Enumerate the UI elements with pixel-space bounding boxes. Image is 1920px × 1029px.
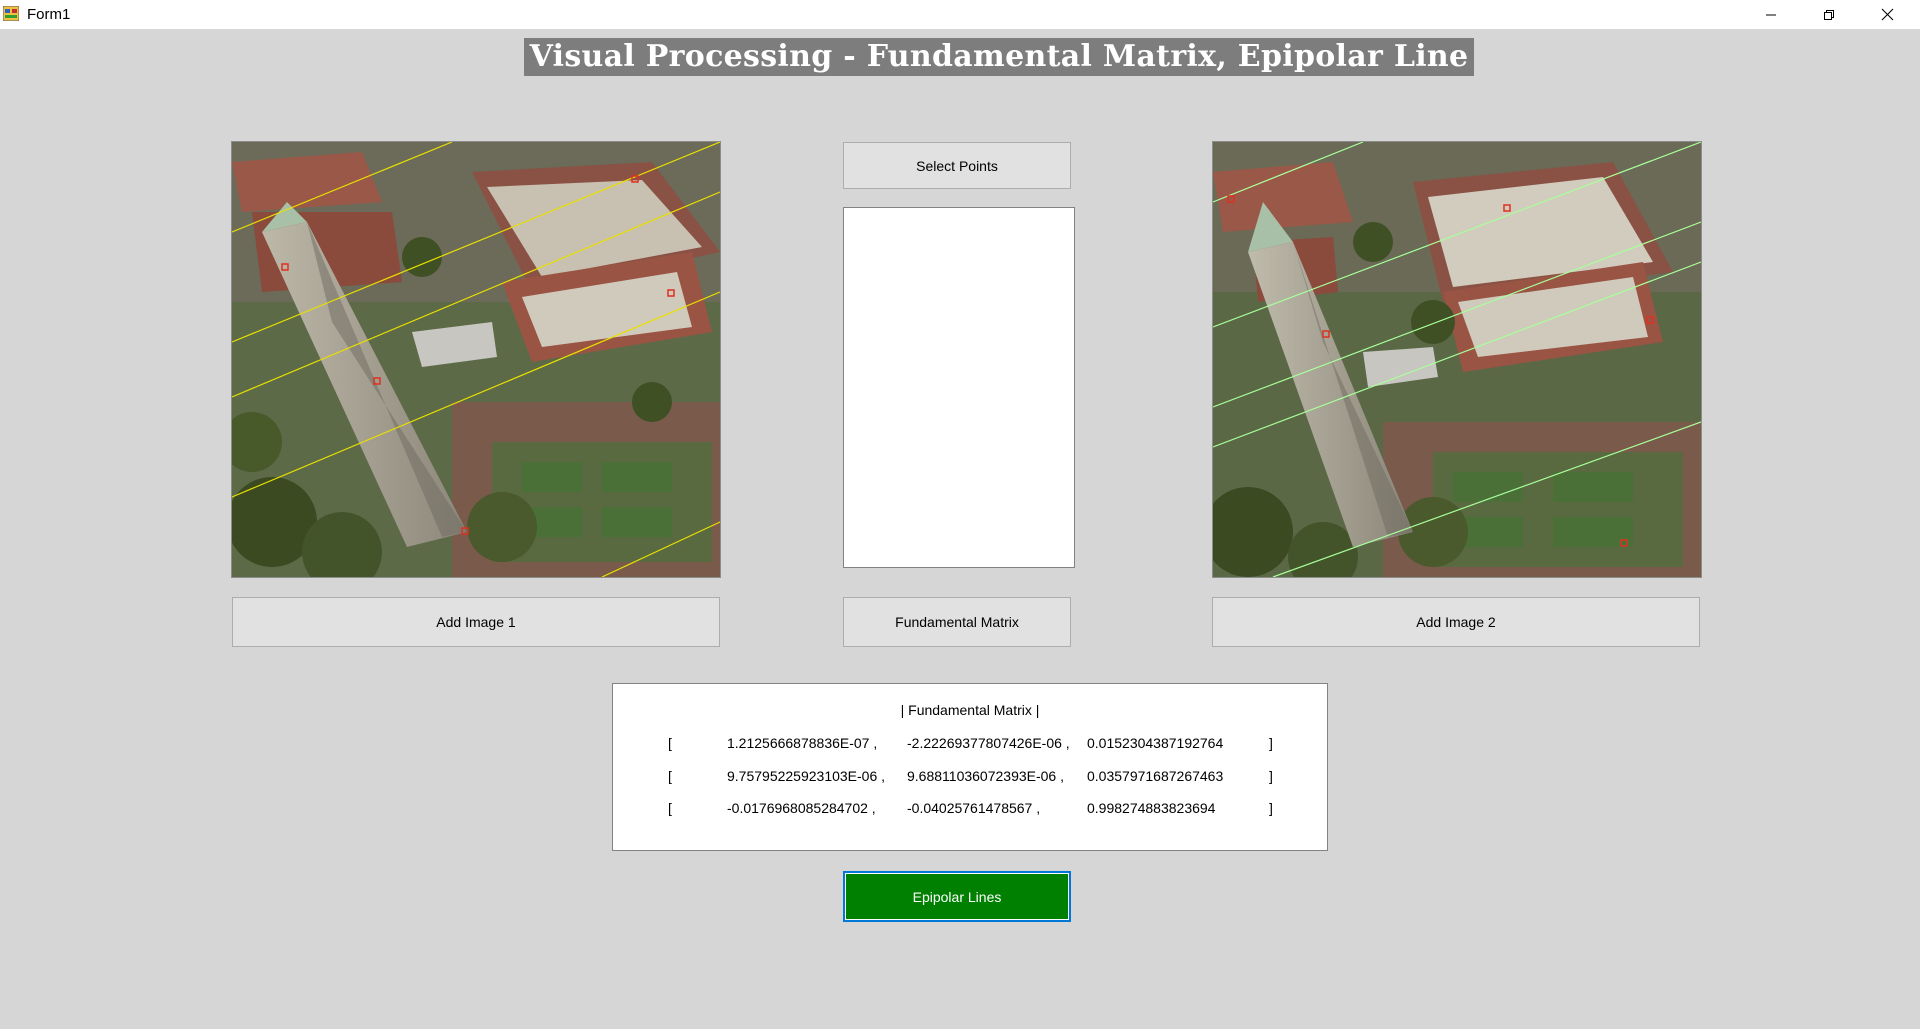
close-button[interactable] [1858,0,1916,29]
matrix-bracket-close: ] [1269,768,1273,784]
matrix-cell: 0.998274883823694 [1087,800,1216,816]
matrix-cell: -2.22269377807426E-06 , [907,735,1070,751]
matrix-cell: -0.0176968085284702 , [727,800,876,816]
matrix-bracket-open: [ [668,800,672,816]
minimize-icon [1766,14,1776,15]
image-2-canvas [1213,142,1701,577]
matrix-bracket-open: [ [668,735,672,751]
select-points-button[interactable]: Select Points [843,142,1071,189]
matrix-bracket-open: [ [668,768,672,784]
add-image-1-button[interactable]: Add Image 1 [232,597,720,647]
matrix-row: [ -0.0176968085284702 , -0.0402576147856… [613,800,1327,820]
matrix-row: [ 9.75795225923103E-06 , 9.6881103607239… [613,768,1327,788]
matrix-cell: 9.68811036072393E-06 , [907,768,1064,784]
image-1-picturebox[interactable] [231,141,721,578]
restore-icon [1824,9,1834,20]
matrix-bracket-close: ] [1269,735,1273,751]
app-icon [3,6,19,21]
add-image-2-button[interactable]: Add Image 2 [1212,597,1700,647]
epipolar-lines-button[interactable]: Epipolar Lines [843,871,1071,922]
image-2-picturebox[interactable] [1212,141,1702,578]
image-1-canvas [232,142,720,577]
matrix-cell: 0.0357971687267463 [1087,768,1224,784]
main-window: Form1 Visual Processing - Fundamental Ma… [0,0,1920,1029]
matrix-title: | Fundamental Matrix | [900,702,1040,718]
matrix-cell: 0.0152304387192764 [1087,735,1224,751]
fundamental-matrix-panel: | Fundamental Matrix | [ 1.2125666878836… [612,683,1328,851]
page-title: Visual Processing - Fundamental Matrix, … [524,38,1474,76]
restore-button[interactable] [1800,0,1858,29]
matrix-cell: -0.04025761478567 , [907,800,1041,816]
matrix-row: [ 1.2125666878836E-07 , -2.2226937780742… [613,735,1327,755]
window-title: Form1 [27,6,71,23]
matrix-bracket-close: ] [1269,800,1273,816]
matrix-cell: 1.2125666878836E-07 , [727,735,878,751]
title-bar: Form1 [0,0,1920,29]
minimize-button[interactable] [1742,0,1800,29]
points-listbox[interactable] [843,207,1075,568]
matrix-cell: 9.75795225923103E-06 , [727,768,886,784]
fundamental-matrix-button[interactable]: Fundamental Matrix [843,597,1071,647]
close-icon [1881,8,1893,21]
